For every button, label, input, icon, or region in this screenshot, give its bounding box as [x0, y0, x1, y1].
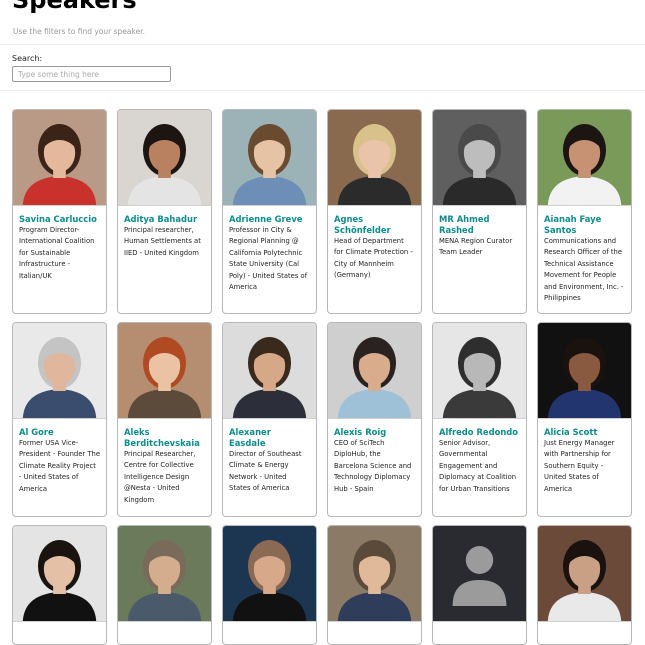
speaker-description: Program Director- International Coalitio…: [19, 226, 95, 280]
speaker-card[interactable]: [117, 525, 212, 645]
search-label: Search:: [12, 54, 43, 63]
page-subtitle: Use the filters to find your speaker.: [13, 27, 145, 36]
speaker-photo: [118, 323, 211, 419]
speaker-info: Adrienne Greve Professor in City & Region…: [223, 206, 316, 299]
speaker-name[interactable]: Alexis Roig: [334, 427, 415, 438]
speaker-name[interactable]: Alfredo Redondo: [439, 427, 520, 438]
speaker-info: Alicia Scott Just Energy Manager with Par…: [538, 419, 631, 501]
speaker-description: Principal Researcher, Centre for Collect…: [124, 450, 196, 504]
speaker-name[interactable]: Agnes Schönfelder: [334, 214, 415, 236]
speaker-photo: [13, 526, 106, 622]
speaker-info: Aleks Berditchevskaia Principal Researche…: [118, 419, 211, 512]
speaker-card[interactable]: [222, 525, 317, 645]
speaker-description: CEO of SciTech DiploHub, the Barcelona S…: [334, 439, 412, 493]
speaker-photo: [223, 526, 316, 622]
speaker-photo: [13, 323, 106, 419]
speaker-card[interactable]: Alfredo Redondo Senior Advisor, Governmen…: [432, 322, 527, 517]
search-input[interactable]: [12, 66, 171, 82]
speaker-info: Savina Carluccio Program Director- Intern…: [13, 206, 106, 288]
speaker-photo: [118, 526, 211, 622]
speaker-name[interactable]: Aianah Faye Santos: [544, 214, 625, 236]
speaker-photo: [223, 110, 316, 206]
speaker-card[interactable]: Aianah Faye Santos Communications and Res…: [537, 109, 632, 314]
speaker-card[interactable]: Alicia Scott Just Energy Manager with Par…: [537, 322, 632, 517]
speaker-description: Director of Southeast Climate & Energy N…: [229, 450, 302, 493]
speaker-description: Head of Department for Climate Protectio…: [334, 237, 413, 280]
speaker-photo: [433, 110, 526, 206]
speaker-card[interactable]: Alexaner Easdale Director of Southeast Cl…: [222, 322, 317, 517]
speaker-description: Professor in City & Regional Planning @ …: [229, 226, 308, 292]
speaker-info: Agnes Schönfelder Head of Department for …: [328, 206, 421, 288]
speaker-info: Al Gore Former USA Vice-President - Found…: [13, 419, 106, 501]
speaker-info: Aianah Faye Santos Communications and Res…: [538, 206, 631, 310]
speaker-photo: [223, 323, 316, 419]
speaker-description: Principal researcher, Human Settlements …: [124, 226, 201, 257]
speaker-description: MENA Region Curator Team Leader: [439, 237, 513, 257]
speaker-description: Just Energy Manager with Partnership for…: [544, 439, 615, 493]
speaker-photo: [118, 110, 211, 206]
speaker-info: Alexis Roig CEO of SciTech DiploHub, the …: [328, 419, 421, 501]
speaker-card[interactable]: [327, 525, 422, 645]
speaker-card[interactable]: Alexis Roig CEO of SciTech DiploHub, the …: [327, 322, 422, 517]
filter-divider: [0, 90, 645, 91]
speaker-photo: [433, 526, 526, 622]
speaker-name[interactable]: Adrienne Greve: [229, 214, 310, 225]
speaker-description: Communications and Research Officer of t…: [544, 237, 624, 303]
speaker-description: Former USA Vice-President - Founder The …: [19, 439, 101, 493]
speaker-card[interactable]: [12, 525, 107, 645]
speaker-info: MR Ahmed Rashed MENA Region Curator Team …: [433, 206, 526, 265]
speaker-description: Senior Advisor, Governmental Engagement …: [439, 439, 517, 493]
speaker-card[interactable]: [537, 525, 632, 645]
speaker-card[interactable]: Agnes Schönfelder Head of Department for …: [327, 109, 422, 314]
speaker-card[interactable]: Al Gore Former USA Vice-President - Found…: [12, 322, 107, 517]
speaker-name[interactable]: Alicia Scott: [544, 427, 625, 438]
speaker-photo: [538, 110, 631, 206]
speaker-name[interactable]: Al Gore: [19, 427, 100, 438]
speaker-info: Alexaner Easdale Director of Southeast Cl…: [223, 419, 316, 501]
speaker-card[interactable]: Adrienne Greve Professor in City & Region…: [222, 109, 317, 314]
speaker-name[interactable]: MR Ahmed Rashed: [439, 214, 520, 236]
speaker-photo: [538, 526, 631, 622]
page-title: Speakers: [12, 0, 137, 14]
speaker-photo: [433, 323, 526, 419]
speaker-name[interactable]: Aditya Bahadur: [124, 214, 205, 225]
speaker-card[interactable]: MR Ahmed Rashed MENA Region Curator Team …: [432, 109, 527, 314]
speaker-photo: [538, 323, 631, 419]
speaker-name[interactable]: Savina Carluccio: [19, 214, 100, 225]
speaker-card[interactable]: Aditya Bahadur Principal researcher, Huma…: [117, 109, 212, 314]
speaker-card[interactable]: [432, 525, 527, 645]
speaker-photo: [13, 110, 106, 206]
speaker-photo: [328, 323, 421, 419]
speaker-name[interactable]: Aleks Berditchevskaia: [124, 427, 205, 449]
speaker-card[interactable]: Savina Carluccio Program Director- Intern…: [12, 109, 107, 314]
speaker-photo: [328, 526, 421, 622]
header-divider: [0, 44, 645, 45]
speaker-card[interactable]: Aleks Berditchevskaia Principal Researche…: [117, 322, 212, 517]
speaker-photo: [328, 110, 421, 206]
speaker-info: Aditya Bahadur Principal researcher, Huma…: [118, 206, 211, 265]
speaker-info: Alfredo Redondo Senior Advisor, Governmen…: [433, 419, 526, 501]
speaker-name[interactable]: Alexaner Easdale: [229, 427, 310, 449]
